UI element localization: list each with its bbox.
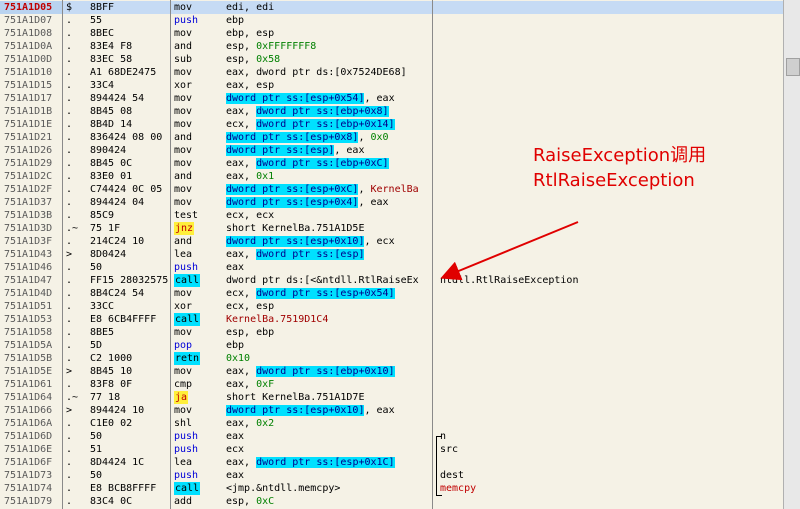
- vertical-scrollbar[interactable]: [783, 0, 800, 509]
- scrollbar-thumb[interactable]: [786, 58, 800, 76]
- annotation-arrow: [440, 221, 579, 281]
- arrow-line: [440, 221, 579, 281]
